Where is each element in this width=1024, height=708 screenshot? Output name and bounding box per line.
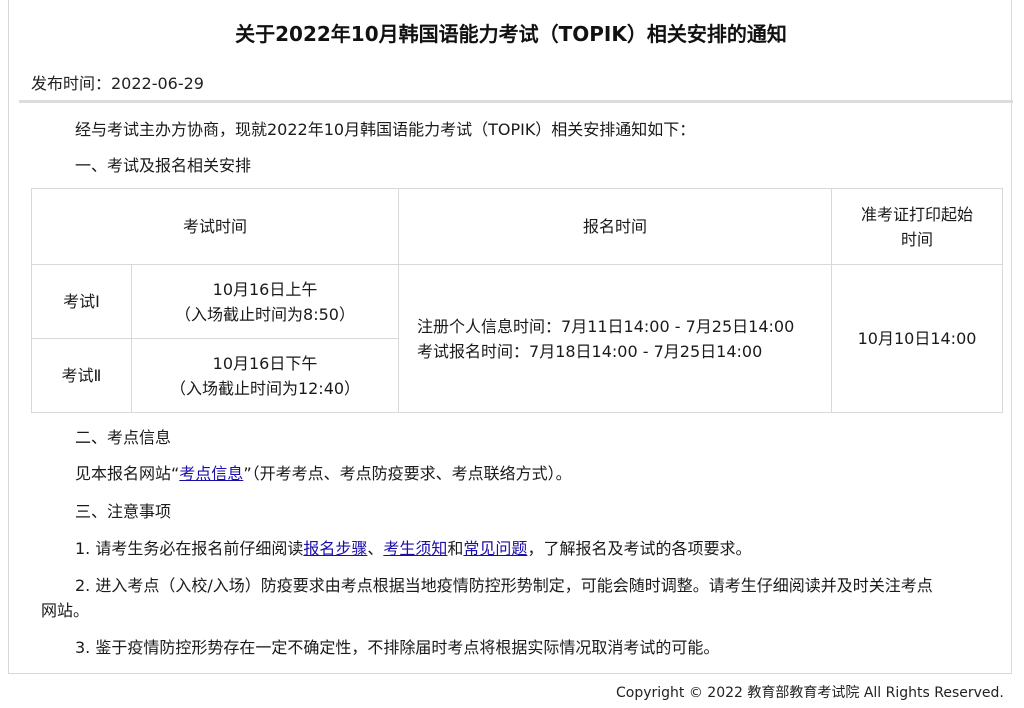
site-info-suffix: ”（开考考点、考点防疫要求、考点联络方式）。 — [243, 464, 572, 483]
section-heading-notes: 三、注意事项 — [75, 502, 172, 521]
site-info-prefix: 见本报名网站“ — [75, 464, 180, 483]
note-2-line-1: 2. 进入考点（入校/入场）防疫要求由考点根据当地疫情防控形势制定，可能会随时调… — [75, 576, 933, 595]
notice-card: 关于2022年10月韩国语能力考试（TOPIK）相关安排的通知 发布时间：202… — [8, 0, 1013, 674]
exam-time-cell: 10月16日上午 （入场截止时间为8:50） — [130, 264, 400, 339]
registration-exam-line: 考试报名时间：7月18日14:00 - 7月25日14:00 — [417, 341, 763, 361]
candidate-notice-link[interactable]: 考生须知 — [383, 539, 447, 558]
exam-deadline-line: （入场截止时间为12:40） — [169, 378, 361, 398]
header-print-time: 准考证打印起始时间 — [831, 188, 1004, 265]
note-1-separator: 、 — [367, 539, 384, 558]
header-registration-time: 报名时间 — [398, 188, 833, 265]
exam-time-cell: 10月16日下午 （入场截止时间为12:40） — [130, 338, 400, 413]
section-heading-schedule: 一、考试及报名相关安排 — [75, 156, 252, 175]
note-1-separator: 和 — [447, 539, 464, 558]
faq-link[interactable]: 常见问题 — [463, 539, 527, 558]
exam-time-line: 10月16日上午 — [212, 279, 318, 299]
note-1-suffix: ，了解报名及考试的各项要求。 — [527, 539, 752, 558]
schedule-table: 考试时间 报名时间 准考证打印起始时间 考试Ⅰ 10月16日上午 （入场截止时间… — [30, 188, 1004, 413]
print-time-cell: 10月10日14:00 — [831, 264, 1004, 413]
note-2-line-2: 网站。 — [41, 601, 90, 620]
table-header-row: 考试时间 报名时间 准考证打印起始时间 — [30, 188, 1004, 265]
registration-steps-link[interactable]: 报名步骤 — [303, 539, 367, 558]
intro-paragraph: 经与考试主办方协商，现就2022年10月韩国语能力考试（TOPIK）相关安排通知… — [75, 120, 696, 139]
header-exam-time: 考试时间 — [30, 188, 400, 265]
exam-name-cell: 考试Ⅱ — [31, 338, 132, 413]
page-title: 关于2022年10月韩国语能力考试（TOPIK）相关安排的通知 — [235, 22, 787, 46]
exam-time-line: 10月16日下午 — [212, 353, 318, 373]
exam-deadline-line: （入场截止时间为8:50） — [175, 304, 355, 324]
publish-date: 发布时间：2022-06-29 — [31, 74, 204, 93]
registration-time-cell: 注册个人信息时间：7月11日14:00 - 7月25日14:00 考试报名时间：… — [398, 264, 833, 413]
table-row: 考试Ⅰ 10月16日上午 （入场截止时间为8:50） 注册个人信息时间：7月11… — [31, 264, 1004, 413]
section-heading-sites: 二、考点信息 — [75, 428, 172, 447]
copyright-footer: Copyright © 2022 教育部教育考试院 All Rights Res… — [616, 685, 1004, 701]
registration-info-line: 注册个人信息时间：7月11日14:00 - 7月25日14:00 — [417, 316, 795, 336]
title-divider — [19, 100, 1013, 103]
site-info-link[interactable]: 考点信息 — [179, 464, 243, 483]
site-info-paragraph: 见本报名网站“考点信息”（开考考点、考点防疫要求、考点联络方式）。 — [75, 462, 572, 486]
note-3: 3. 鉴于疫情防控形势存在一定不确定性，不排除届时考点将根据实际情况取消考试的可… — [75, 638, 720, 657]
note-1: 1. 请考生务必在报名前仔细阅读报名步骤、考生须知和常见问题，了解报名及考试的各… — [75, 537, 751, 561]
note-1-prefix: 1. 请考生务必在报名前仔细阅读 — [75, 539, 304, 558]
exam-name-cell: 考试Ⅰ — [31, 264, 132, 339]
